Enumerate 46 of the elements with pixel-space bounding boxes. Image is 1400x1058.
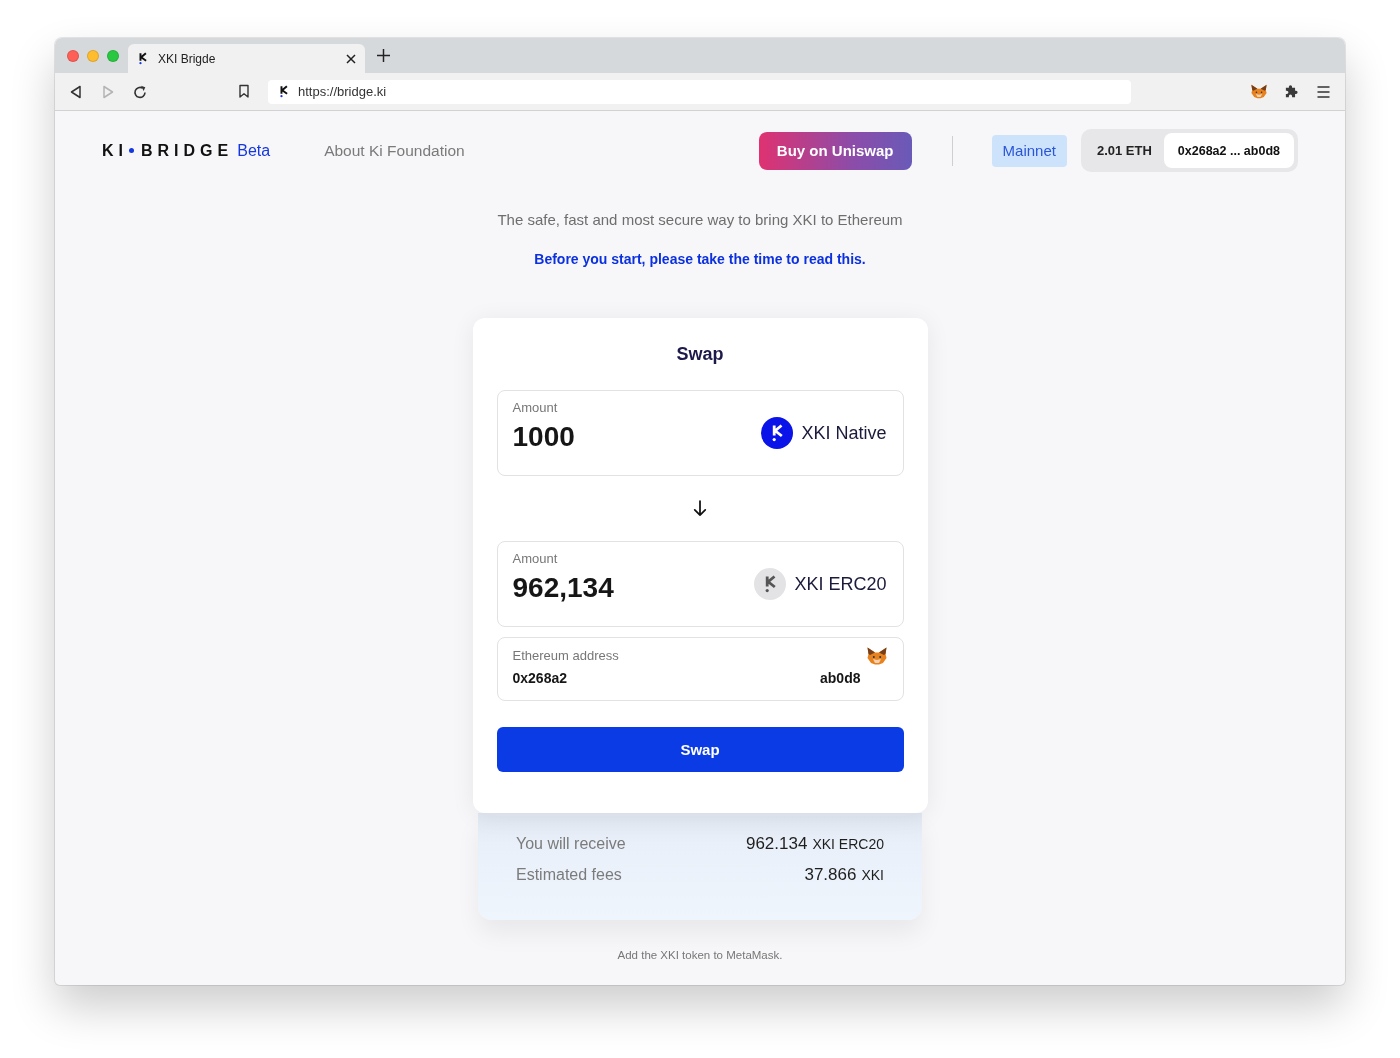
tagline: The safe, fast and most secure way to bring XKI to Ethereum: [497, 211, 903, 229]
summary-label: Estimated fees: [516, 865, 622, 885]
notice-link[interactable]: Before you start, please take the time to read this.: [534, 250, 866, 268]
dot-icon: [129, 148, 134, 153]
amount-label: Amount: [512, 551, 558, 567]
wallet-address-button[interactable]: 0x268a2 ... ab0d8: [1163, 133, 1294, 168]
beta-label: Beta: [237, 141, 271, 160]
puzzle-icon[interactable]: [1284, 84, 1299, 99]
k-logo-icon: [279, 85, 288, 98]
arrow-down-icon: [693, 500, 707, 517]
buy-button[interactable]: Buy on Uniswap: [758, 131, 912, 170]
swap-button[interactable]: Swap: [496, 727, 904, 772]
logo-text: KI: [102, 141, 128, 160]
fox-icon: [866, 647, 887, 665]
token-name: XKI Native: [801, 422, 887, 444]
address-end: ab0d8: [820, 669, 861, 687]
amount-value: 37.866: [804, 865, 857, 884]
k-logo-icon: [138, 52, 147, 65]
bookmark-icon[interactable]: [237, 84, 251, 99]
add-token-link[interactable]: Add the XKI token to MetaMask.: [617, 949, 783, 961]
balance-text: 2.01 ETH: [1096, 143, 1152, 158]
token-unit: XKI: [861, 867, 884, 883]
amount-value: 962,134: [512, 571, 614, 605]
amount-input[interactable]: 1000: [512, 420, 575, 454]
address-start: 0x268a2: [512, 669, 567, 687]
logo-text: BRIDGE: [141, 141, 234, 160]
token-unit: XKI ERC20: [812, 836, 884, 852]
window-close-button[interactable]: [67, 49, 79, 62]
tab-title: XKI Brigde: [158, 51, 217, 66]
summary-label: You will receive: [516, 834, 626, 854]
menu-icon[interactable]: [1317, 85, 1330, 98]
fox-icon[interactable]: [1251, 84, 1267, 99]
address-bar[interactable]: https://bridge.ki: [268, 79, 1131, 104]
back-icon[interactable]: [69, 84, 83, 99]
plus-icon[interactable]: [377, 49, 390, 62]
card-title: Swap: [676, 343, 724, 365]
url-text: https://bridge.ki: [298, 84, 387, 99]
about-link[interactable]: About Ki Foundation: [324, 141, 465, 160]
reload-icon[interactable]: [133, 84, 147, 99]
close-icon[interactable]: [346, 53, 356, 64]
network-button[interactable]: Mainnet: [991, 134, 1067, 167]
amount-value: 962.134: [745, 834, 808, 853]
token-name: XKI ERC20: [794, 573, 887, 595]
amount-label: Amount: [512, 400, 558, 416]
address-label: Ethereum address: [512, 648, 619, 664]
browser-tab[interactable]: XKI Brigde: [128, 44, 365, 73]
